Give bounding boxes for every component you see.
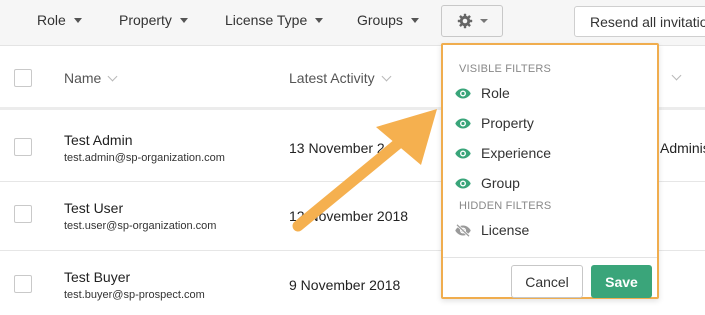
filter-label: Group: [481, 175, 520, 191]
chevron-down-icon[interactable]: [671, 70, 682, 81]
latest-activity: 13 November 2: [289, 140, 385, 156]
chevron-down-icon: [107, 71, 118, 81]
visible-filter-group[interactable]: Group: [455, 172, 520, 194]
property-filter-dropdown[interactable]: Property: [119, 12, 188, 28]
role-filter-label: Role: [37, 12, 66, 28]
user-role: Administrato: [660, 140, 705, 156]
filter-label: License: [481, 222, 530, 238]
user-name: Test Buyer: [64, 269, 131, 285]
resend-invitations-button[interactable]: Resend all invitations: [574, 6, 705, 37]
hidden-filters-heading: HIDDEN FILTERS: [459, 200, 552, 212]
caret-down-icon: [179, 17, 188, 23]
role-filter-dropdown[interactable]: Role: [37, 12, 82, 28]
latest-activity-column-header[interactable]: Latest Activity: [289, 70, 392, 86]
filter-bar: Role Property License Type Groups Resend…: [0, 0, 705, 46]
license-type-filter-dropdown[interactable]: License Type: [225, 12, 324, 28]
caret-down-icon: [315, 17, 324, 23]
caret-down-icon: [479, 19, 488, 23]
name-column-label: Name: [64, 70, 102, 86]
property-filter-label: Property: [119, 12, 172, 28]
filter-label: Property: [481, 115, 534, 131]
eye-icon: [455, 148, 471, 158]
eye-icon: [455, 178, 471, 188]
chevron-down-icon: [381, 71, 392, 81]
save-button[interactable]: Save: [591, 265, 652, 298]
row-checkbox[interactable]: [14, 138, 32, 156]
select-all-checkbox[interactable]: [14, 69, 32, 87]
caret-down-icon: [73, 17, 82, 23]
hidden-filter-license[interactable]: License: [455, 219, 529, 241]
filter-settings-button[interactable]: [441, 5, 503, 37]
eye-icon: [455, 88, 471, 98]
user-email: test.user@sp-organization.com: [64, 220, 217, 232]
latest-activity: 9 November 2018: [289, 277, 401, 293]
user-name: Test User: [64, 200, 124, 216]
visible-filters-heading: VISIBLE FILTERS: [459, 63, 552, 75]
caret-down-icon: [410, 17, 419, 23]
cancel-button[interactable]: Cancel: [511, 265, 583, 298]
visible-filter-role[interactable]: Role: [455, 82, 510, 104]
name-column-header[interactable]: Name: [64, 70, 118, 86]
groups-filter-label: Groups: [357, 12, 403, 28]
groups-filter-dropdown[interactable]: Groups: [357, 12, 419, 28]
user-name: Test Admin: [64, 132, 133, 148]
eye-icon: [455, 118, 471, 128]
latest-activity-column-label: Latest Activity: [289, 70, 375, 86]
latest-activity: 12 November 2018: [289, 208, 409, 224]
row-checkbox[interactable]: [14, 205, 32, 223]
divider: [443, 257, 657, 258]
filter-label: Experience: [481, 145, 552, 161]
gear-icon: [457, 13, 472, 29]
filter-label: Role: [481, 85, 510, 101]
user-email: test.buyer@sp-prospect.com: [64, 289, 205, 301]
visible-filter-experience[interactable]: Experience: [455, 142, 551, 164]
visible-filter-property[interactable]: Property: [455, 112, 534, 134]
user-email: test.admin@sp-organization.com: [64, 152, 225, 164]
row-checkbox[interactable]: [14, 275, 32, 293]
eye-slash-icon: [455, 223, 471, 237]
filter-settings-dropdown: VISIBLE FILTERS Role Property Experience: [441, 43, 659, 299]
license-type-filter-label: License Type: [225, 12, 308, 28]
